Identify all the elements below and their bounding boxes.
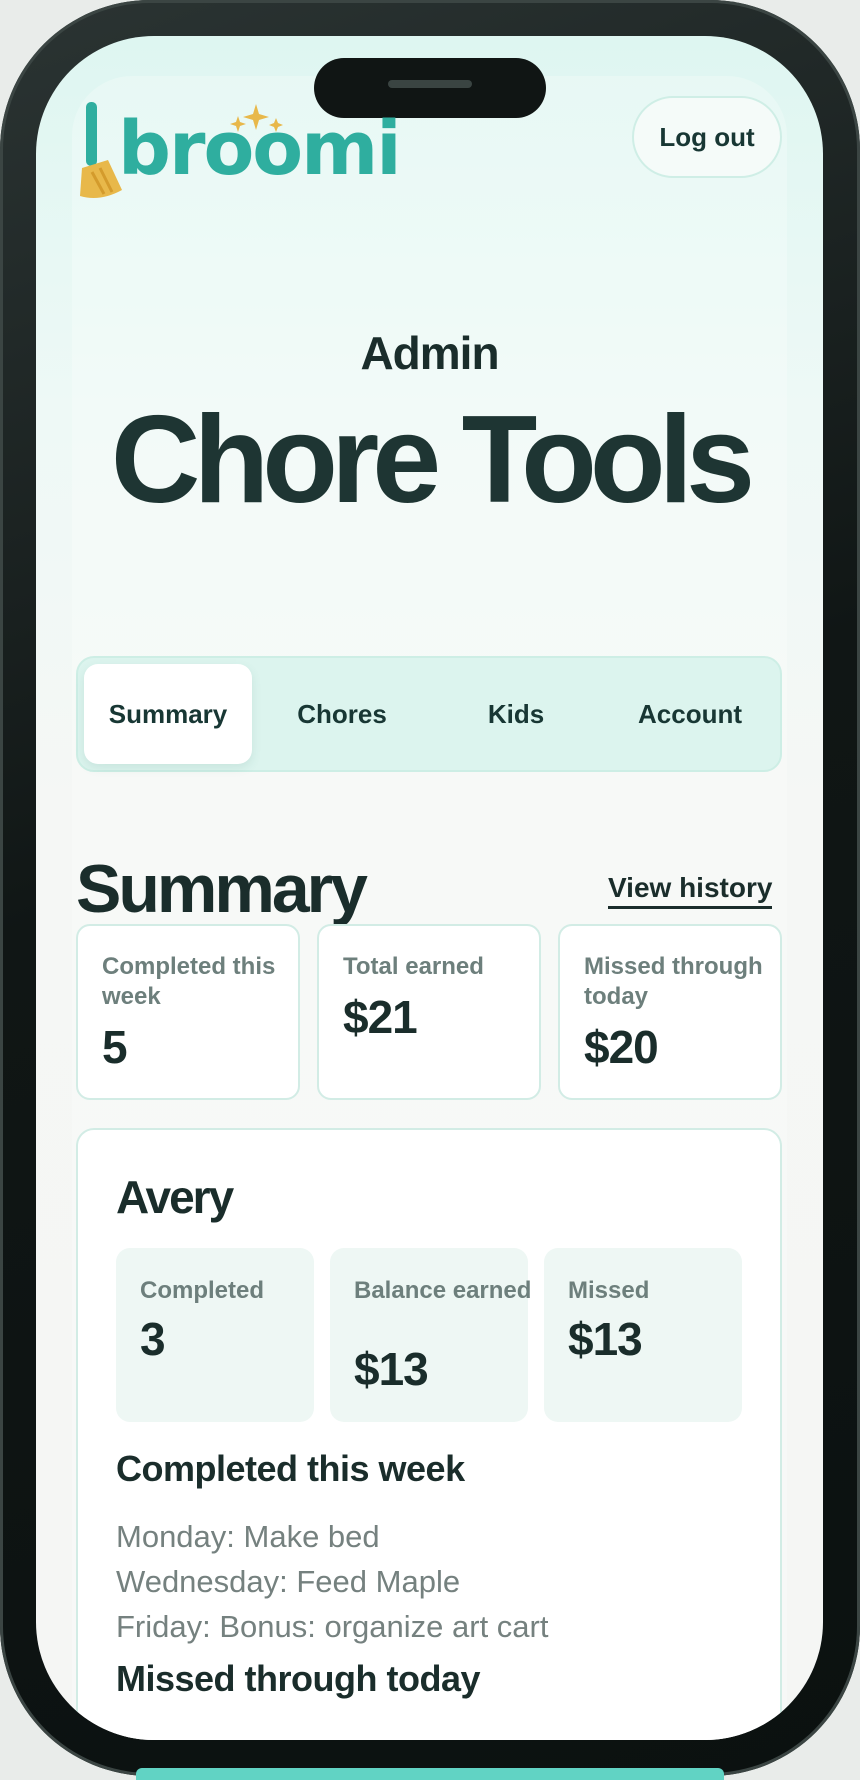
tab-account[interactable]: Account xyxy=(606,664,774,764)
stat-card-missed: Missed through today $20 xyxy=(558,924,782,1100)
list-item: Friday: Bonus: organize art cart xyxy=(116,1609,549,1644)
stat-value: $20 xyxy=(584,1021,659,1073)
missed-heading: Missed through today xyxy=(116,1658,481,1699)
stat-value: $13 xyxy=(568,1313,643,1365)
kid-stat-balance: Balance earned $13 xyxy=(330,1248,531,1422)
stat-label: Balance earned xyxy=(354,1277,532,1304)
tab-chores[interactable]: Chores xyxy=(258,664,426,764)
page-title: Chore Tools xyxy=(110,391,755,529)
sparkle-icon xyxy=(230,104,283,132)
logout-button[interactable]: Log out xyxy=(632,96,782,178)
kid-stat-missed: Missed $13 xyxy=(544,1248,742,1422)
phone-frame: broomi Log out Admin Chore Tools Summary… xyxy=(0,0,860,1776)
home-indicator xyxy=(136,1768,724,1780)
stat-label: Completed xyxy=(140,1277,265,1304)
completed-heading: Completed this week xyxy=(116,1448,465,1489)
view-history-link[interactable]: View history xyxy=(608,872,773,909)
stat-label: Total earned xyxy=(343,953,484,980)
tab-summary[interactable]: Summary xyxy=(84,664,252,764)
kid-card: Avery Completed 3 Balance earned $13 Mis… xyxy=(76,1128,782,1740)
list-item: Wednesday: Feed Maple xyxy=(116,1564,461,1599)
page-subtitle: Admin xyxy=(360,327,499,379)
speaker-grille xyxy=(388,80,472,88)
kid-stat-completed: Completed 3 xyxy=(116,1248,314,1422)
stat-card-earned: Total earned $21 xyxy=(317,924,541,1100)
section-title: Summary xyxy=(76,851,368,927)
stat-card-completed: Completed this week 5 xyxy=(76,924,300,1100)
stat-label: Missed xyxy=(568,1277,650,1304)
list-item: Monday: Make bed xyxy=(116,1519,380,1554)
stat-value: 3 xyxy=(140,1313,166,1365)
tab-kids[interactable]: Kids xyxy=(432,664,600,764)
broomi-logo[interactable]: broomi xyxy=(78,102,402,202)
screen: broomi Log out Admin Chore Tools Summary… xyxy=(36,36,823,1740)
tab-bar: Summary Chores Kids Account xyxy=(76,656,782,772)
stat-label: Completed this week xyxy=(102,953,276,1010)
stat-value: $13 xyxy=(354,1343,429,1395)
kid-name: Avery xyxy=(116,1171,234,1223)
completed-chore-list: Monday: Make bed Wednesday: Feed Maple F… xyxy=(116,1514,548,1649)
stat-value: $21 xyxy=(343,991,418,1043)
stat-label: Missed through today xyxy=(584,953,763,1010)
stat-value: 5 xyxy=(102,1021,128,1073)
